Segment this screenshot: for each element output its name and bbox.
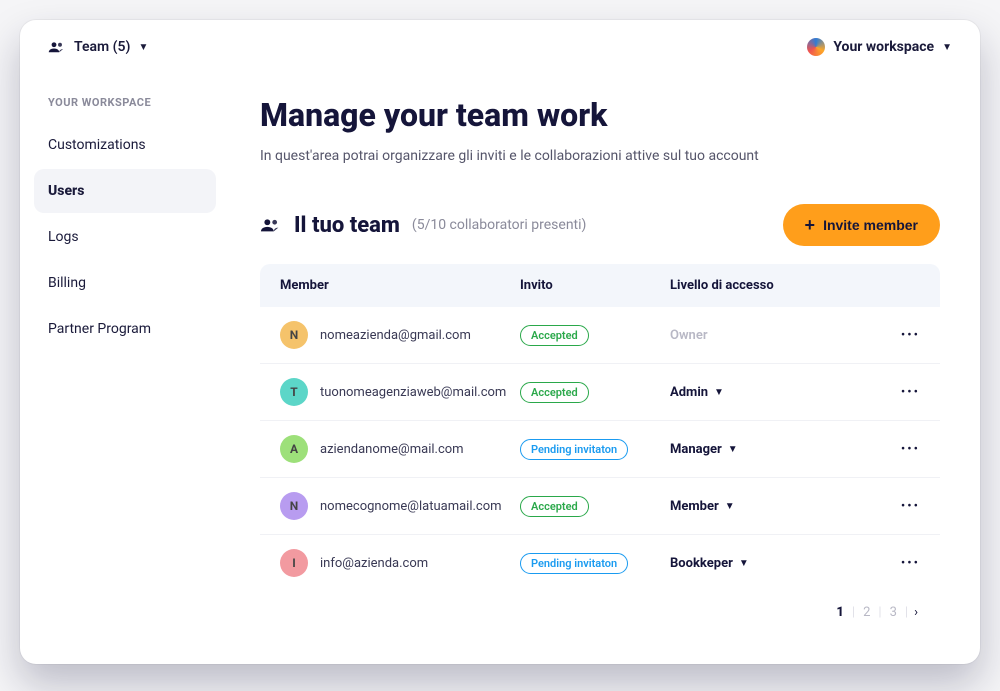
page-3[interactable]: 3 — [888, 605, 899, 620]
chevron-down-icon: ▼ — [942, 42, 952, 53]
workspace-avatar-icon — [807, 38, 825, 56]
people-icon — [48, 40, 66, 54]
separator: | — [905, 605, 908, 620]
table-header-row: Member Invito Livello di accesso — [260, 264, 940, 307]
member-cell: Nnomecognome@latuamail.com — [280, 492, 520, 520]
access-level-selector[interactable]: Manager ▼ — [670, 442, 880, 457]
chevron-down-icon: ▼ — [714, 387, 724, 398]
th-member: Member — [280, 278, 520, 293]
table-row: Iinfo@azienda.comPending invitatonBookke… — [260, 535, 940, 591]
app-body: YOUR WORKSPACE CustomizationsUsersLogsBi… — [20, 66, 980, 664]
page-2[interactable]: 2 — [861, 605, 872, 620]
sidebar-item-customizations[interactable]: Customizations — [34, 123, 216, 167]
access-level-selector: Owner — [670, 328, 880, 343]
invite-button-label: Invite member — [823, 217, 918, 233]
avatar: I — [280, 549, 308, 577]
team-section-title: Il tuo team — [294, 213, 400, 238]
chevron-down-icon: ▼ — [728, 444, 738, 455]
people-icon — [260, 217, 282, 233]
team-selector-label: Team (5) — [74, 39, 130, 55]
sidebar-item-logs[interactable]: Logs — [34, 215, 216, 259]
avatar: N — [280, 492, 308, 520]
member-email: aziendanome@mail.com — [320, 442, 464, 457]
avatar: T — [280, 378, 308, 406]
table-row: Aaziendanome@mail.comPending invitatonMa… — [260, 421, 940, 478]
avatar: N — [280, 321, 308, 349]
next-page-button[interactable]: › — [914, 605, 918, 620]
chevron-down-icon: ▼ — [138, 42, 148, 53]
page-1[interactable]: 1 — [834, 605, 846, 620]
sidebar-item-users[interactable]: Users — [34, 169, 216, 213]
members-table: Member Invito Livello di accesso Nnomeaz… — [260, 264, 940, 591]
member-cell: Ttuonomeagenziaweb@mail.com — [280, 378, 520, 406]
sidebar-item-billing[interactable]: Billing — [34, 261, 216, 305]
table-row: Nnomeazienda@gmail.comAcceptedOwner••• — [260, 307, 940, 364]
workspace-label: Your workspace — [833, 39, 934, 55]
member-cell: Nnomeazienda@gmail.com — [280, 321, 520, 349]
top-bar: Team (5) ▼ Your workspace ▼ — [20, 20, 980, 66]
member-email: nomeazienda@gmail.com — [320, 328, 471, 343]
access-level-selector[interactable]: Admin ▼ — [670, 385, 880, 400]
sidebar: YOUR WORKSPACE CustomizationsUsersLogsBi… — [20, 66, 230, 664]
member-cell: Aaziendanome@mail.com — [280, 435, 520, 463]
page-subtitle: In quest'area potrai organizzare gli inv… — [260, 148, 940, 164]
team-section-count: (5/10 collaboratori presenti) — [412, 217, 587, 233]
status-badge: Accepted — [520, 382, 589, 403]
table-row: Ttuonomeagenziaweb@mail.comAcceptedAdmin… — [260, 364, 940, 421]
chevron-down-icon: ▼ — [725, 501, 735, 512]
separator: | — [852, 605, 855, 620]
access-label: Bookkeper — [670, 556, 733, 571]
member-email: nomecognome@latuamail.com — [320, 499, 502, 514]
row-actions-button[interactable]: ••• — [880, 328, 920, 343]
invite-member-button[interactable]: + Invite member — [783, 204, 940, 246]
access-label: Member — [670, 499, 719, 514]
table-row: Nnomecognome@latuamail.comAcceptedMember… — [260, 478, 940, 535]
invite-cell: Pending invitaton — [520, 439, 670, 460]
chevron-down-icon: ▼ — [739, 558, 749, 569]
page-title: Manage your team work — [260, 96, 940, 134]
avatar: A — [280, 435, 308, 463]
row-actions-button[interactable]: ••• — [880, 556, 920, 571]
member-cell: Iinfo@azienda.com — [280, 549, 520, 577]
status-badge: Accepted — [520, 325, 589, 346]
pagination: 1 | 2 | 3 | › — [260, 591, 940, 624]
sidebar-item-partner-program[interactable]: Partner Program — [34, 307, 216, 351]
invite-cell: Accepted — [520, 496, 670, 517]
row-actions-button[interactable]: ••• — [880, 499, 920, 514]
main-content: Manage your team work In quest'area potr… — [230, 66, 980, 664]
status-badge: Accepted — [520, 496, 589, 517]
th-access: Livello di accesso — [670, 278, 880, 293]
invite-cell: Pending invitaton — [520, 553, 670, 574]
plus-icon: + — [805, 216, 816, 234]
sidebar-header: YOUR WORKSPACE — [34, 96, 216, 123]
status-badge: Pending invitaton — [520, 439, 628, 460]
access-level-selector[interactable]: Member ▼ — [670, 499, 880, 514]
access-level-selector[interactable]: Bookkeper ▼ — [670, 556, 880, 571]
team-header-left: Il tuo team (5/10 collaboratori presenti… — [260, 213, 586, 238]
invite-cell: Accepted — [520, 325, 670, 346]
access-label: Owner — [670, 328, 708, 343]
th-actions — [880, 278, 920, 293]
team-header: Il tuo team (5/10 collaboratori presenti… — [260, 204, 940, 246]
member-email: tuonomeagenziaweb@mail.com — [320, 385, 506, 400]
separator: | — [878, 605, 881, 620]
member-email: info@azienda.com — [320, 556, 428, 571]
access-label: Admin — [670, 385, 708, 400]
app-window: Team (5) ▼ Your workspace ▼ YOUR WORKSPA… — [20, 20, 980, 664]
team-selector[interactable]: Team (5) ▼ — [48, 39, 148, 55]
th-invite: Invito — [520, 278, 670, 293]
status-badge: Pending invitaton — [520, 553, 628, 574]
workspace-selector[interactable]: Your workspace ▼ — [807, 38, 952, 56]
row-actions-button[interactable]: ••• — [880, 385, 920, 400]
access-label: Manager — [670, 442, 722, 457]
row-actions-button[interactable]: ••• — [880, 442, 920, 457]
invite-cell: Accepted — [520, 382, 670, 403]
